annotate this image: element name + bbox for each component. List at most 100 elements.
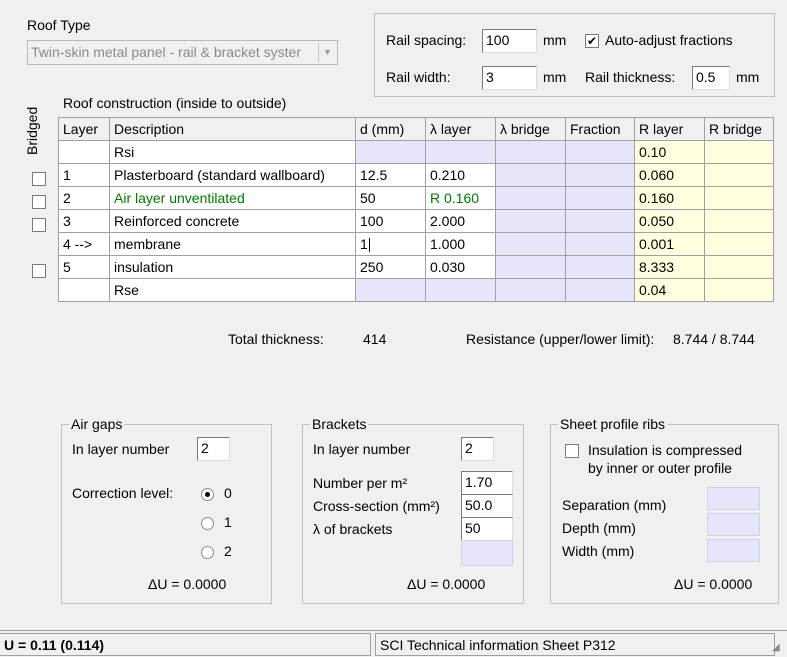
depth-input[interactable] [707, 513, 760, 536]
bridged-checkbox-5[interactable] [32, 264, 46, 278]
r-bridge-cell [704, 232, 774, 256]
layer-cell[interactable]: 2 [58, 186, 110, 210]
layer-cell[interactable] [58, 278, 110, 302]
column-header[interactable]: λ bridge [495, 117, 566, 141]
lambda-bridge-cell[interactable] [495, 255, 566, 279]
bridged-checkbox-2[interactable] [32, 195, 46, 209]
description-cell[interactable]: Air layer unventilated [109, 186, 356, 210]
brackets-cross-input[interactable]: 50.0 [461, 494, 513, 518]
total-thickness-value: 414 [363, 331, 387, 347]
column-header[interactable]: R layer [634, 117, 705, 141]
lambda-cell[interactable] [425, 278, 496, 302]
layer-cell[interactable]: 3 [58, 209, 110, 233]
roof-type-value: Twin-skin metal panel - rail & bracket s… [31, 44, 301, 60]
r-bridge-cell [704, 186, 774, 210]
compressed-checkbox[interactable] [565, 444, 579, 458]
air-gaps-layer-input[interactable]: 2 [197, 437, 230, 461]
description-cell[interactable]: Rse [109, 278, 356, 302]
column-header[interactable]: Description [109, 117, 356, 141]
chevron-down-icon[interactable]: ▼ [318, 42, 336, 63]
bridged-checkbox-1[interactable] [32, 172, 46, 186]
lambda-bridge-cell[interactable] [495, 163, 566, 187]
description-cell[interactable]: membrane [109, 232, 356, 256]
brackets-number-input[interactable]: 1.70 [461, 471, 513, 495]
column-header[interactable]: λ layer [425, 117, 496, 141]
r-bridge-cell [704, 140, 774, 164]
rail-thickness-input[interactable]: 0.5 [692, 66, 730, 90]
lambda-bridge-cell[interactable] [495, 140, 566, 164]
fraction-cell[interactable] [565, 186, 635, 210]
correction-radio-1[interactable] [201, 517, 214, 530]
table-row: 1 Plasterboard (standard wallboard) 12.5… [58, 163, 774, 187]
rail-width-unit: mm [543, 69, 567, 85]
brackets-delta-u: ΔU = 0.0000 [407, 576, 486, 592]
reference-status: SCI Technical information Sheet P312 [375, 633, 775, 656]
thickness-cell[interactable]: 100 [355, 209, 426, 233]
lambda-cell[interactable]: 0.210 [425, 163, 496, 187]
separation-label: Separation (mm) [562, 497, 667, 513]
fraction-cell[interactable] [565, 163, 635, 187]
table-row: 5 insulation 250 0.030 8.333 [58, 255, 774, 279]
layer-cell[interactable]: 5 [58, 255, 110, 279]
description-cell[interactable]: Reinforced concrete [109, 209, 356, 233]
fraction-cell[interactable] [565, 209, 635, 233]
lambda-cell[interactable]: 0.030 [425, 255, 496, 279]
correction-radio-2[interactable] [201, 546, 214, 559]
main-panel: Roof Type Twin-skin metal panel - rail &… [0, 0, 787, 630]
thickness-cell[interactable]: 50 [355, 186, 426, 210]
description-cell[interactable]: insulation [109, 255, 356, 279]
rail-spacing-input[interactable]: 100 [482, 29, 537, 53]
thickness-cell[interactable] [355, 278, 426, 302]
description-cell[interactable]: Plasterboard (standard wallboard) [109, 163, 356, 187]
layer-cell[interactable]: 1 [58, 163, 110, 187]
width-input[interactable] [707, 539, 760, 562]
thickness-cell[interactable]: 250 [355, 255, 426, 279]
thickness-cell[interactable] [355, 140, 426, 164]
table-row: Rse 0.04 [58, 278, 774, 302]
resize-grip-icon[interactable]: ◢ [772, 642, 784, 654]
fraction-cell[interactable] [565, 278, 635, 302]
fraction-cell[interactable] [565, 232, 635, 256]
rail-width-input[interactable]: 3 [482, 66, 537, 90]
auto-adjust-checkbox[interactable]: ✔ [585, 34, 599, 48]
resistance-label: Resistance (upper/lower limit): [466, 331, 655, 347]
layer-cell[interactable] [58, 140, 110, 164]
table-row: 3 Reinforced concrete 100 2.000 0.050 [58, 209, 774, 233]
fraction-cell[interactable] [565, 255, 635, 279]
fraction-cell[interactable] [565, 140, 635, 164]
r-layer-cell: 0.04 [634, 278, 705, 302]
column-header[interactable]: Fraction [565, 117, 635, 141]
lambda-cell[interactable]: 2.000 [425, 209, 496, 233]
table-row: 4 --> membrane 1 1.000 0.001 [58, 232, 774, 256]
lambda-bridge-cell[interactable] [495, 209, 566, 233]
description-cell[interactable]: Rsi [109, 140, 356, 164]
air-gaps-group: Air gaps In layer number 2 Correction le… [61, 416, 272, 604]
separation-input[interactable] [707, 487, 760, 510]
lambda-bridge-cell[interactable] [495, 232, 566, 256]
brackets-layer-label: In layer number [313, 441, 411, 457]
lambda-cell[interactable]: 1.000 [425, 232, 496, 256]
table-header-row: Layer Description d (mm) λ layer λ bridg… [58, 117, 774, 141]
u-value-status: U = 0.11 (0.114) [0, 633, 371, 656]
layer-cell[interactable]: 4 --> [58, 232, 110, 256]
thickness-cell[interactable]: 12.5 [355, 163, 426, 187]
lambda-cell[interactable] [425, 140, 496, 164]
brackets-layer-input[interactable]: 2 [461, 437, 494, 461]
r-layer-cell: 0.160 [634, 186, 705, 210]
lambda-bridge-cell[interactable] [495, 186, 566, 210]
r-bridge-cell [704, 209, 774, 233]
column-header[interactable]: d (mm) [355, 117, 426, 141]
column-header[interactable]: Layer [58, 117, 110, 141]
r-bridge-cell [704, 255, 774, 279]
status-bar: U = 0.11 (0.114) SCI Technical informati… [0, 630, 787, 657]
brackets-title: Brackets [310, 416, 369, 432]
air-gaps-delta-u: ΔU = 0.0000 [148, 576, 227, 592]
column-header[interactable]: R bridge [704, 117, 774, 141]
bridged-checkbox-3[interactable] [32, 218, 46, 232]
brackets-lambda-input[interactable]: 50 [461, 517, 513, 541]
lambda-cell[interactable]: R 0.160 [425, 186, 496, 210]
thickness-cell[interactable]: 1 [355, 232, 426, 256]
correction-radio-0[interactable] [201, 488, 214, 501]
roof-type-select[interactable]: Twin-skin metal panel - rail & bracket s… [27, 40, 338, 65]
lambda-bridge-cell[interactable] [495, 278, 566, 302]
